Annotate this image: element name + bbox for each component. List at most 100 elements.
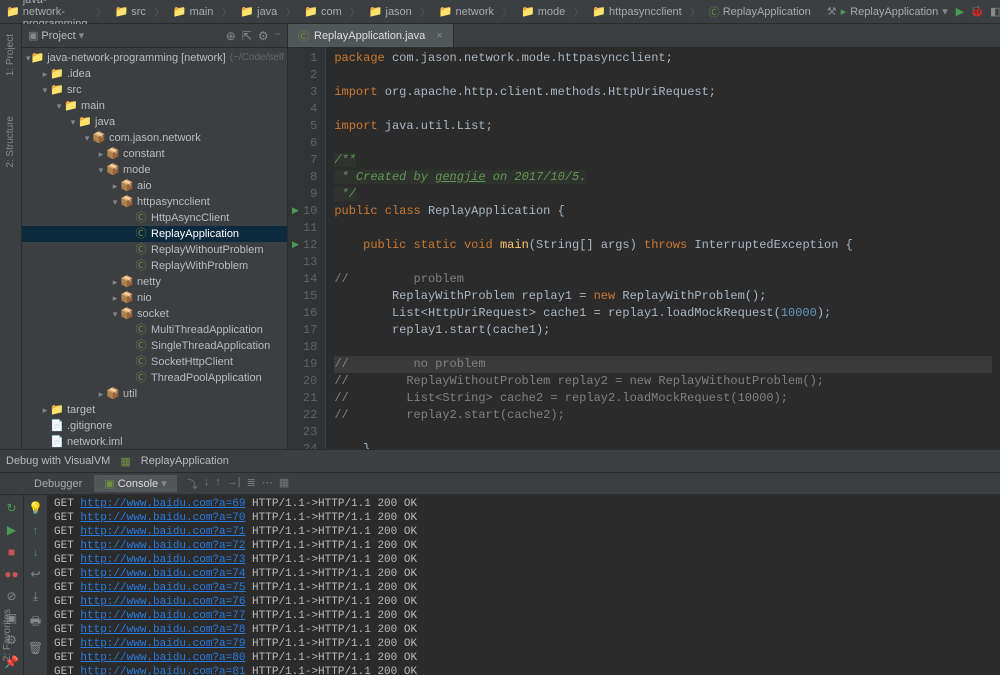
code-line[interactable]: * Created by gengjie on 2017/10/5.	[334, 169, 992, 186]
tree-arrow[interactable]: ▸	[40, 66, 50, 82]
gutter-line[interactable]: ▶12	[292, 237, 317, 254]
gutter-line[interactable]: 4	[292, 101, 317, 118]
wrap-icon[interactable]: ↩	[30, 567, 40, 581]
gutter-line[interactable]: 15	[292, 288, 317, 305]
project-tree[interactable]: ▾📁java-network-programming [network](~/C…	[22, 48, 287, 449]
resume-icon[interactable]: ▶	[7, 523, 16, 537]
down-icon[interactable]: ↓	[33, 545, 39, 559]
run-to-cursor-icon[interactable]: →|	[227, 476, 241, 492]
evaluate-icon[interactable]: ≣	[247, 476, 256, 492]
breadcrumb-item[interactable]: ⒸReplayApplication	[709, 4, 811, 20]
tree-arrow[interactable]: ▾	[68, 114, 78, 130]
tree-row[interactable]: ⒸSingleThreadApplication	[22, 338, 287, 354]
tree-row[interactable]: ▸📦constant	[22, 146, 287, 162]
project-view-selector[interactable]: ▣ Project ▾	[28, 29, 84, 42]
code-line[interactable]	[334, 254, 992, 271]
tree-row[interactable]: ▾📁src	[22, 82, 287, 98]
scroll-from-source-icon[interactable]: ⊕	[226, 29, 236, 43]
gutter-line[interactable]: 1	[292, 50, 317, 67]
tree-row[interactable]: 📄network.iml	[22, 434, 287, 449]
gutter-line[interactable]: 11	[292, 220, 317, 237]
tree-arrow[interactable]: ▸	[40, 402, 50, 418]
console-link[interactable]: http://www.baidu.com?a=78	[80, 624, 245, 636]
more-icon[interactable]: ⋯	[262, 476, 273, 492]
structure-tool-tab[interactable]: 2: Structure	[5, 116, 16, 168]
code-line[interactable]	[334, 220, 992, 237]
tree-row[interactable]: ▾📁java	[22, 114, 287, 130]
tree-row[interactable]: ▸📦aio	[22, 178, 287, 194]
rerun-icon[interactable]: ↻	[6, 501, 16, 515]
gutter-line[interactable]: 20	[292, 373, 317, 390]
tree-row[interactable]: ⒸReplayApplication	[22, 226, 287, 242]
code-line[interactable]: replay1.start(cache1);	[334, 322, 992, 339]
gutter-line[interactable]: 21	[292, 390, 317, 407]
hide-panel-icon[interactable]: ⁻	[275, 29, 281, 43]
code-line[interactable]	[334, 135, 992, 152]
code-line[interactable]: public static void main(String[] args) t…	[334, 237, 992, 254]
gutter-line[interactable]: 23	[292, 424, 317, 441]
project-tool-tab[interactable]: 1: Project	[5, 34, 16, 76]
step-over-icon[interactable]: ⤵	[187, 476, 198, 492]
gutter-line[interactable]: 18	[292, 339, 317, 356]
code-line[interactable]: // no problem	[334, 356, 992, 373]
print-icon[interactable]: 🖶	[30, 612, 41, 633]
gutter-run-icon[interactable]: ▶	[292, 203, 299, 220]
console-link[interactable]: http://www.baidu.com?a=80	[80, 652, 245, 664]
console-link[interactable]: http://www.baidu.com?a=74	[80, 568, 245, 580]
breadcrumb-item[interactable]: 📁jason	[369, 5, 412, 18]
tree-row[interactable]: ⒸSocketHttpClient	[22, 354, 287, 370]
code-line[interactable]: ReplayWithProblem replay1 = new ReplayWi…	[334, 288, 992, 305]
scroll-end-icon[interactable]: ⤓	[33, 589, 38, 604]
breadcrumb-item[interactable]: 📁com	[304, 5, 341, 18]
console-link[interactable]: http://www.baidu.com?a=71	[80, 526, 245, 538]
console-output[interactable]: GET http://www.baidu.com?a=69 HTTP/1.1->…	[48, 495, 1000, 675]
gutter-line[interactable]: 16	[292, 305, 317, 322]
gutter-line[interactable]: 7	[292, 152, 317, 169]
debug-button[interactable]: 🐞	[970, 5, 984, 18]
tree-row[interactable]: ▾📦com.jason.network	[22, 130, 287, 146]
console-link[interactable]: http://www.baidu.com?a=76	[80, 596, 245, 608]
tree-arrow[interactable]: ▾	[54, 98, 64, 114]
tree-row[interactable]: ▸📁target	[22, 402, 287, 418]
code-line[interactable]: List<HttpUriRequest> cache1 = replay1.lo…	[334, 305, 992, 322]
tree-row[interactable]: ⒸThreadPoolApplication	[22, 370, 287, 386]
code-line[interactable]: // List<String> cache2 = replay2.loadMoc…	[334, 390, 992, 407]
code-line[interactable]: }	[334, 441, 992, 449]
breadcrumb-item[interactable]: 📁java	[240, 5, 277, 18]
tree-row[interactable]: ▾📦httpasyncclient	[22, 194, 287, 210]
tree-row[interactable]: ⒸHttpAsyncClient	[22, 210, 287, 226]
code-line[interactable]: import org.apache.http.client.methods.Ht…	[334, 84, 992, 101]
close-tab-icon[interactable]: ×	[436, 30, 442, 42]
step-out-icon[interactable]: ↑	[215, 476, 221, 492]
tree-row[interactable]: ▸📦netty	[22, 274, 287, 290]
tree-row[interactable]: ▾📦socket	[22, 306, 287, 322]
code-line[interactable]: // ReplayWithoutProblem replay2 = new Re…	[334, 373, 992, 390]
console-link[interactable]: http://www.baidu.com?a=81	[80, 666, 245, 675]
code-line[interactable]	[334, 339, 992, 356]
code-line[interactable]: /**	[334, 152, 992, 169]
up-icon[interactable]: ↑	[33, 523, 39, 537]
tree-row[interactable]: ▾📦mode	[22, 162, 287, 178]
editor-tab-active[interactable]: Ⓒ ReplayApplication.java ×	[288, 24, 454, 47]
code-line[interactable]: package com.jason.network.mode.httpasync…	[334, 50, 992, 67]
bulb-icon[interactable]: 💡	[28, 501, 43, 515]
code-line[interactable]	[334, 67, 992, 84]
tree-arrow[interactable]: ▸	[110, 178, 120, 194]
tree-row[interactable]: ⒸMultiThreadApplication	[22, 322, 287, 338]
gutter-line[interactable]: 8	[292, 169, 317, 186]
step-into-icon[interactable]: ↓	[204, 476, 210, 492]
tree-arrow[interactable]: ▾	[82, 130, 92, 146]
gutter-line[interactable]: 19	[292, 356, 317, 373]
debugger-tab[interactable]: Debugger	[24, 476, 92, 492]
editor-code[interactable]: package com.jason.network.mode.httpasync…	[326, 48, 1000, 449]
coverage-button[interactable]: ◧	[990, 5, 1000, 18]
code-line[interactable]: // problem	[334, 271, 992, 288]
console-link[interactable]: http://www.baidu.com?a=73	[80, 554, 245, 566]
breadcrumb-item[interactable]: 📁network	[439, 5, 494, 18]
code-line[interactable]	[334, 424, 992, 441]
gutter-line[interactable]: 24	[292, 441, 317, 449]
gutter-line[interactable]: 13	[292, 254, 317, 271]
stop-icon[interactable]: ■	[8, 545, 15, 559]
gutter-line[interactable]: 2	[292, 67, 317, 84]
gutter-line[interactable]: 6	[292, 135, 317, 152]
